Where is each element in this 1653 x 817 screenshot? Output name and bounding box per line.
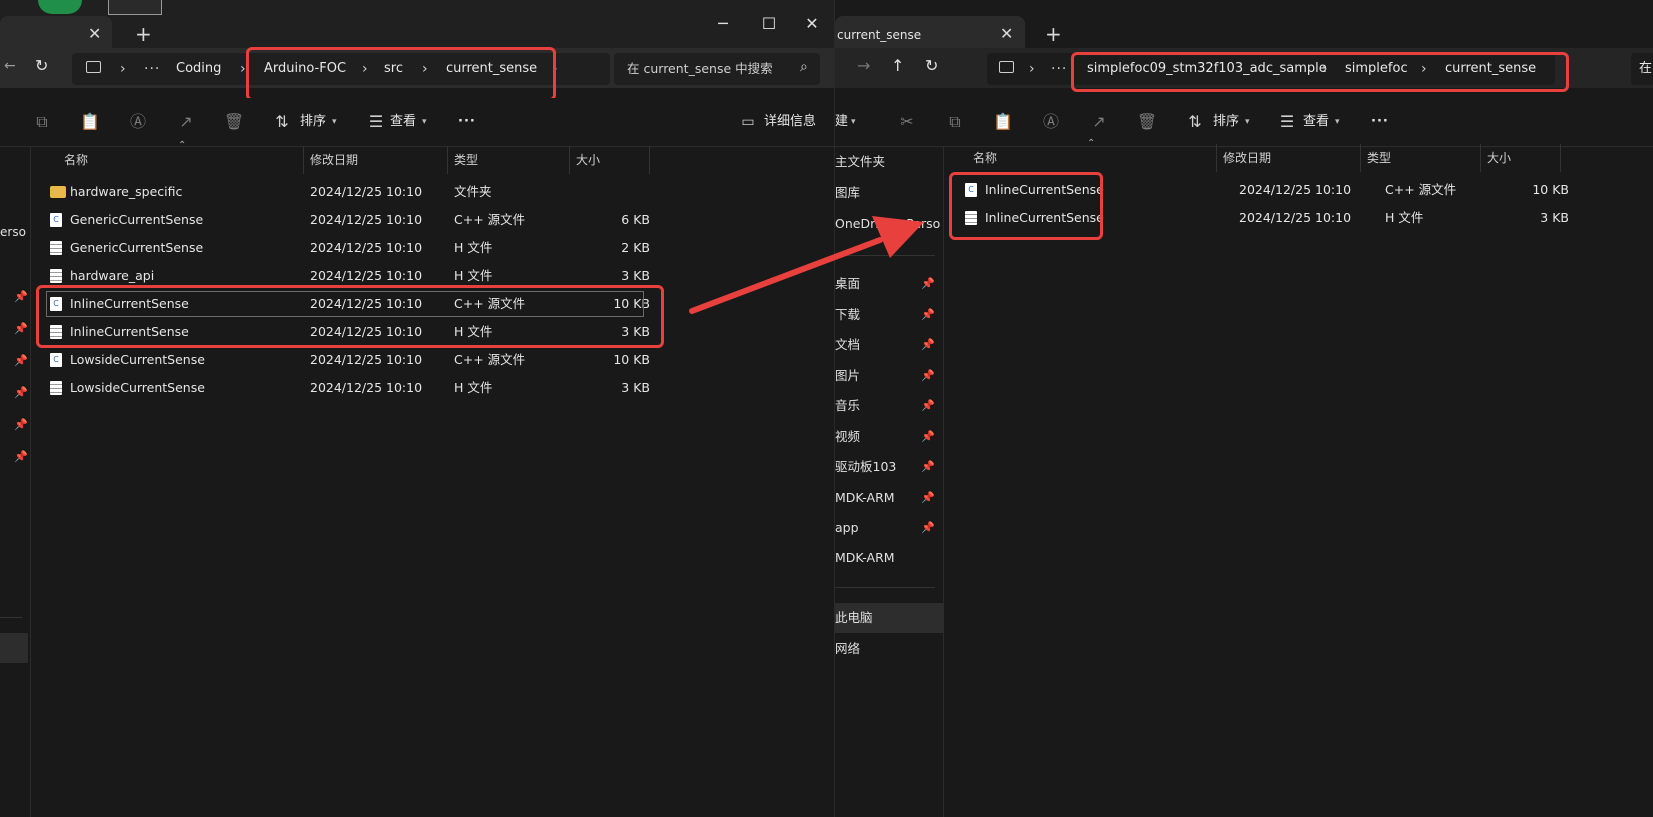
arrow-shaft: [689, 237, 883, 314]
arrow-annotation: [689, 216, 924, 314]
arrow-head: [872, 216, 924, 258]
